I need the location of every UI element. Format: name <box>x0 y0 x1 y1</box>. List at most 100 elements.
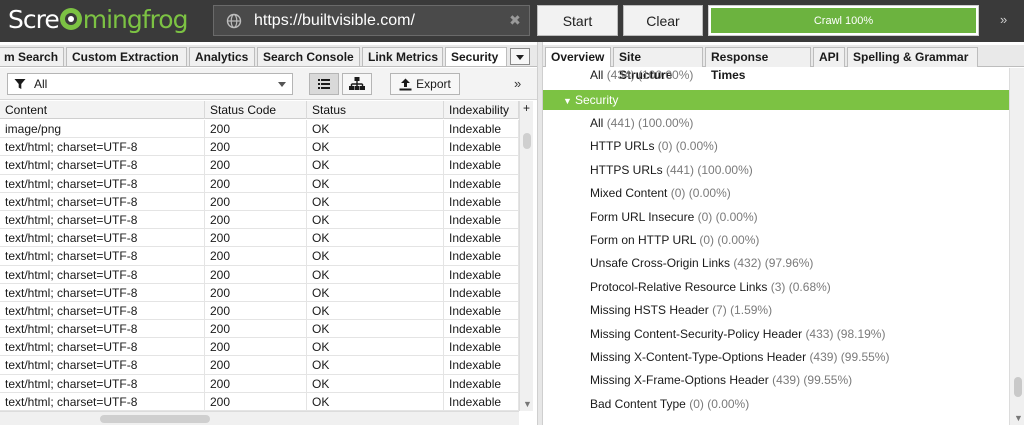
column-header-status[interactable]: Status <box>307 101 444 119</box>
cell-status-code: 200 <box>205 320 307 339</box>
cell-content: text/html; charset=UTF-8 <box>0 392 205 411</box>
table-row[interactable]: text/html; charset=UTF-8 200 OK Indexable <box>0 229 519 248</box>
cell-status: OK <box>307 320 444 339</box>
table-row[interactable]: text/html; charset=UTF-8 200 OK Indexable <box>0 301 519 321</box>
table-row[interactable]: text/html; charset=UTF-8 200 OK Indexable <box>0 392 519 411</box>
cell-status-code: 200 <box>205 156 307 175</box>
column-header-content[interactable]: Content <box>0 101 205 119</box>
tab-spelling-grammar[interactable]: Spelling & Grammar <box>847 47 978 67</box>
table-row[interactable]: text/html; charset=UTF-8 200 OK Indexable <box>0 320 519 339</box>
cell-indexability: Indexable <box>444 247 519 266</box>
table-row[interactable]: text/html; charset=UTF-8 200 OK Indexable <box>0 156 519 175</box>
tree-view-button[interactable] <box>342 73 372 95</box>
cell-indexability: Indexable <box>444 301 519 320</box>
cell-status: OK <box>307 392 444 411</box>
tab-custom-extraction[interactable]: Custom Extraction <box>66 47 187 66</box>
table-vertical-scrollbar[interactable]: + ▼ <box>519 101 533 411</box>
cell-indexability: Indexable <box>444 192 519 211</box>
cell-indexability: Indexable <box>444 174 519 193</box>
cell-status-code: 200 <box>205 192 307 211</box>
overview-scroll-down-arrow-icon[interactable]: ▼ <box>1014 413 1023 423</box>
column-header-status-code[interactable]: Status Code <box>205 101 307 119</box>
list-view-button[interactable] <box>309 73 339 95</box>
cell-content: text/html; charset=UTF-8 <box>0 356 205 375</box>
overview-item[interactable]: Missing HSTS Header (7) (1.59%) <box>590 301 772 319</box>
cell-status: OK <box>307 338 444 357</box>
cell-status: OK <box>307 156 444 175</box>
overview-item-count: (432) (97.96%) <box>733 256 814 271</box>
overview-item[interactable]: Form on HTTP URL (0) (0.00%) <box>590 231 759 249</box>
overview-item-all-previous[interactable]: All (434) (100.00%) <box>590 68 693 84</box>
overview-item[interactable]: HTTP URLs (0) (0.00%) <box>590 137 718 155</box>
overview-item[interactable]: Unsafe Cross-Origin Links (432) (97.96%) <box>590 254 813 272</box>
cell-status: OK <box>307 138 444 157</box>
overview-item-label: Bad Content Type <box>590 396 686 411</box>
scroll-down-arrow-icon[interactable]: ▼ <box>523 399 532 409</box>
cell-indexability: Indexable <box>444 210 519 229</box>
table-row[interactable]: text/html; charset=UTF-8 200 OK Indexable <box>0 192 519 211</box>
table-scroll-thumb[interactable] <box>523 133 531 149</box>
tab-dropdown-chevron-down-icon[interactable] <box>510 48 530 65</box>
table-row[interactable]: text/html; charset=UTF-8 200 OK Indexable <box>0 138 519 157</box>
table-row[interactable]: text/html; charset=UTF-8 200 OK Indexable <box>0 210 519 230</box>
overview-item-label: All <box>590 116 604 130</box>
tab-custom-search[interactable]: m Search <box>0 47 64 66</box>
overview-item[interactable]: Missing Content-Security-Policy Header (… <box>590 325 885 343</box>
table-row[interactable]: text/html; charset=UTF-8 200 OK Indexable <box>0 338 519 357</box>
cell-status: OK <box>307 356 444 375</box>
export-button[interactable]: Export <box>390 73 460 95</box>
filter-select[interactable]: All <box>7 73 293 95</box>
overview-item[interactable]: Form URL Insecure (0) (0.00%) <box>590 208 758 226</box>
overview-item[interactable]: Missing X-Frame-Options Header (439) (99… <box>590 371 852 389</box>
cell-indexability: Indexable <box>444 356 519 375</box>
top-more-chevron-icon[interactable]: » <box>1000 12 1007 27</box>
overview-item-count: (7) (1.59%) <box>712 303 773 318</box>
tab-security[interactable]: Security <box>445 47 507 66</box>
cell-status-code: 200 <box>205 120 307 138</box>
tab-link-metrics[interactable]: Link Metrics <box>362 47 443 66</box>
table-row[interactable]: image/png 200 OK Indexable <box>0 120 519 139</box>
overview-item[interactable]: Protocol-Relative Resource Links (3) (0.… <box>590 278 831 296</box>
url-bar[interactable]: ✖ <box>213 5 530 36</box>
table-hscroll-thumb[interactable] <box>100 415 210 423</box>
table-row[interactable]: text/html; charset=UTF-8 200 OK Indexable <box>0 356 519 375</box>
column-header-indexability[interactable]: Indexability <box>444 101 519 119</box>
tab-analytics[interactable]: Analytics <box>189 47 255 66</box>
cell-content: text/html; charset=UTF-8 <box>0 338 205 357</box>
start-button[interactable]: Start <box>537 5 618 36</box>
overview-item[interactable]: Mixed Content (0) (0.00%) <box>590 184 731 202</box>
add-column-icon[interactable]: + <box>523 101 530 115</box>
overview-vertical-scrollbar[interactable]: ▼ <box>1009 68 1024 425</box>
cell-status: OK <box>307 174 444 193</box>
clear-url-icon[interactable]: ✖ <box>507 12 523 28</box>
table-row[interactable]: text/html; charset=UTF-8 200 OK Indexable <box>0 247 519 266</box>
overview-item-count: (441) (100.00%) <box>666 162 753 177</box>
filter-value: All <box>34 77 48 91</box>
overview-scroll-thumb[interactable] <box>1014 377 1022 397</box>
tab-search-console[interactable]: Search Console <box>257 47 360 66</box>
tab-response-times[interactable]: Response Times <box>705 47 811 82</box>
cell-indexability: Indexable <box>444 156 519 175</box>
overview-item[interactable]: HTTPS URLs (441) (100.00%) <box>590 161 753 179</box>
cell-status: OK <box>307 301 444 320</box>
cell-indexability: Indexable <box>444 120 519 138</box>
overview-item-label: Missing X-Frame-Options Header <box>590 373 769 388</box>
overview-item-count: (434) (100.00%) <box>606 68 694 82</box>
table-row[interactable]: text/html; charset=UTF-8 200 OK Indexable <box>0 283 519 302</box>
url-input[interactable] <box>254 9 509 33</box>
table-row[interactable]: text/html; charset=UTF-8 200 OK Indexable <box>0 265 519 284</box>
tab-api[interactable]: API <box>813 47 845 67</box>
left-more-chevron-icon[interactable]: » <box>514 76 521 91</box>
table-row[interactable]: text/html; charset=UTF-8 200 OK Indexable <box>0 174 519 193</box>
table-horizontal-scrollbar[interactable] <box>0 411 519 425</box>
overview-item[interactable]: All (441) (100.00%) <box>590 114 693 132</box>
clear-button[interactable]: Clear <box>623 5 703 36</box>
overview-item[interactable]: Bad Content Type (0) (0.00%) <box>590 395 749 413</box>
tab-overview[interactable]: Overview <box>545 47 611 67</box>
tab-site-structure[interactable]: Site Structure <box>613 47 703 82</box>
cell-status-code: 200 <box>205 356 307 375</box>
cell-indexability: Indexable <box>444 374 519 393</box>
overview-group-security[interactable]: ▼ Security <box>543 90 1009 110</box>
table-row[interactable]: text/html; charset=UTF-8 200 OK Indexable <box>0 374 519 393</box>
overview-item[interactable]: Missing X-Content-Type-Options Header (4… <box>590 348 889 366</box>
